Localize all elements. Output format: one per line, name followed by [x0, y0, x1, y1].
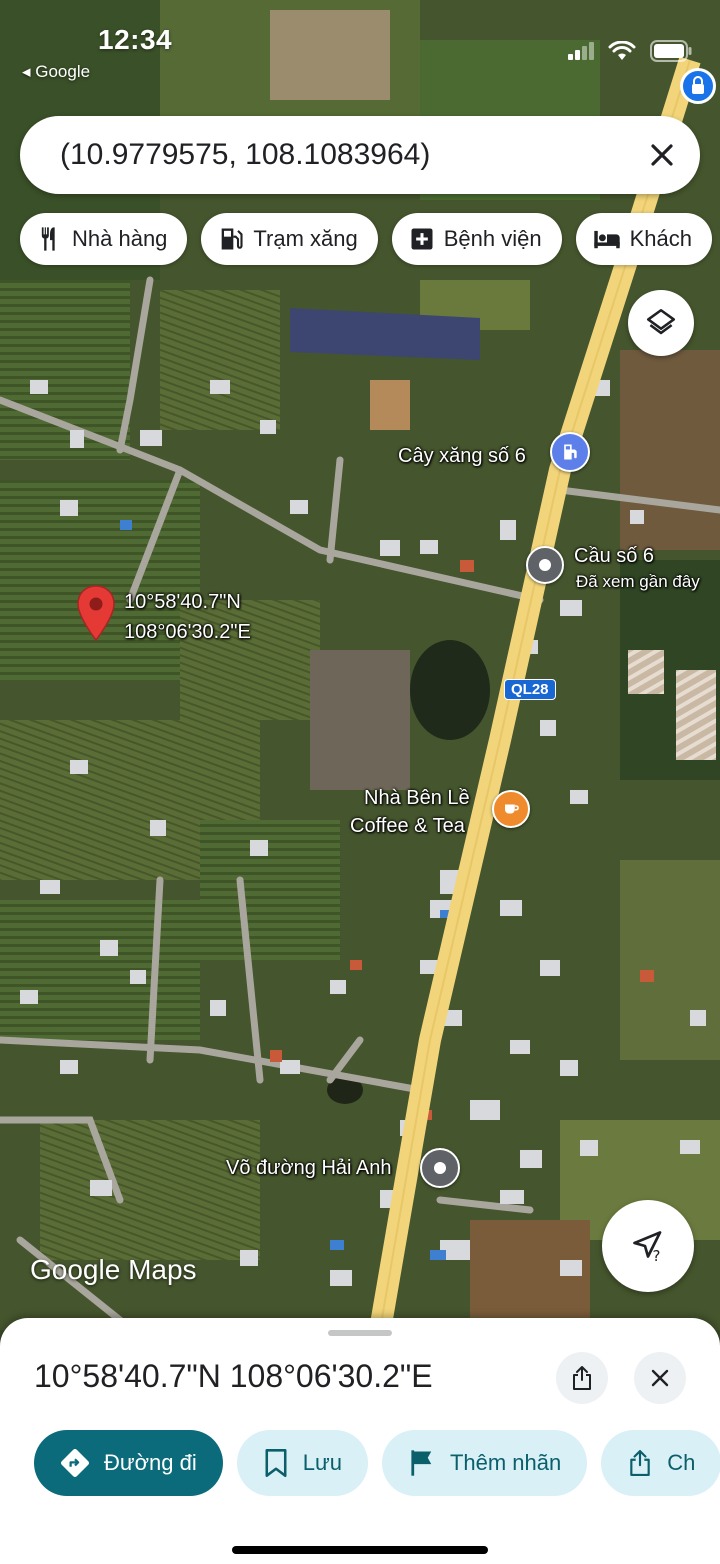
action-buttons: Đường đi Lưu Thêm nhãn Ch [34, 1430, 720, 1496]
chip-hospitals[interactable]: Bệnh viện [391, 213, 562, 265]
share-button[interactable] [556, 1352, 608, 1404]
recently-viewed-label: Đã xem gần đây [576, 572, 700, 591]
add-label-button[interactable]: Thêm nhãn [381, 1430, 588, 1496]
close-icon[interactable] [642, 135, 682, 175]
share-action-button[interactable]: Ch [601, 1430, 720, 1496]
share-action-label: Ch [667, 1450, 696, 1475]
pin-lng-label: 108°06'30.2"E [124, 621, 251, 643]
chip-label: Nhà hàng [72, 226, 168, 251]
martial-arts-label[interactable]: Võ đường Hải Anh [226, 1156, 392, 1180]
hotel-icon [593, 230, 620, 249]
pin-lat-label: 10°58'40.7"N [124, 591, 241, 613]
chip-gas-stations[interactable]: Trạm xăng [201, 213, 378, 265]
location-privacy-icon[interactable] [680, 68, 716, 104]
svg-text:?: ? [653, 1247, 661, 1264]
route-shield: QL28 [504, 679, 556, 700]
share-icon [630, 1450, 650, 1476]
chip-hotels[interactable]: Khách [575, 213, 712, 265]
home-indicator[interactable] [232, 1546, 488, 1554]
gas-station-icon [222, 228, 243, 250]
dropped-pin-icon[interactable] [76, 584, 116, 642]
hospital-icon [411, 228, 433, 250]
martial-arts-poi-icon[interactable] [420, 1148, 460, 1188]
place-bottom-sheet[interactable]: 10°58'40.7"N 108°06'30.2"E Đường đi Lưu [0, 1318, 720, 1564]
close-icon [651, 1369, 669, 1387]
share-icon [573, 1366, 591, 1390]
directions-button[interactable]: Đường đi [34, 1430, 223, 1496]
directions-label: Đường đi [104, 1450, 197, 1475]
signal-icon [568, 42, 594, 60]
add-label-label: Thêm nhãn [449, 1450, 562, 1475]
save-button[interactable]: Lưu [236, 1430, 368, 1496]
satellite-imagery [0, 0, 720, 1330]
bridge-label[interactable]: Cầu số 6 [574, 544, 654, 568]
cafe-poi-icon[interactable] [492, 790, 530, 828]
wifi-icon [608, 41, 636, 60]
battery-icon [650, 40, 692, 62]
flag-icon [411, 1450, 432, 1476]
search-bar[interactable]: (10.9779575, 108.1083964) [20, 116, 700, 194]
back-to-app-link[interactable]: ◂ Google [22, 62, 90, 82]
layers-button[interactable] [628, 290, 694, 356]
gas-station-poi-icon[interactable] [550, 432, 590, 472]
gas-station-label[interactable]: Cây xăng số 6 [398, 444, 526, 468]
location-unknown-icon: ? [633, 1231, 662, 1264]
chip-label: Khách [629, 226, 692, 251]
search-query[interactable]: (10.9779575, 108.1083964) [60, 138, 430, 172]
cafe-label-line1[interactable]: Nhà Bên Lề [364, 786, 470, 810]
satellite-map[interactable]: Cây xăng số 6 Cầu số 6 Đã xem gần đây QL… [0, 0, 720, 1330]
status-time: 12:34 [98, 24, 173, 55]
seen-place-poi-icon[interactable] [526, 546, 564, 584]
coordinates-title: 10°58'40.7"N 108°06'30.2"E [34, 1358, 433, 1394]
sheet-drag-handle[interactable] [328, 1330, 392, 1336]
cafe-label-line2[interactable]: Coffee & Tea [350, 814, 465, 838]
category-chips: Nhà hàng Trạm xăng Bệnh viện Khách [20, 213, 712, 265]
close-sheet-button[interactable] [634, 1352, 686, 1404]
restaurant-icon [41, 227, 55, 251]
status-bar: 12:34 ◂ Google [0, 0, 720, 100]
layers-icon [646, 308, 676, 335]
chip-restaurants[interactable]: Nhà hàng [20, 213, 188, 265]
my-location-button[interactable]: ? [602, 1200, 694, 1292]
save-label: Lưu [302, 1450, 342, 1475]
directions-icon [61, 1449, 89, 1477]
bookmark-icon [265, 1449, 287, 1477]
google-maps-logo: Google Maps [30, 1254, 197, 1285]
chip-label: Trạm xăng [253, 226, 358, 251]
chip-label: Bệnh viện [443, 226, 542, 251]
